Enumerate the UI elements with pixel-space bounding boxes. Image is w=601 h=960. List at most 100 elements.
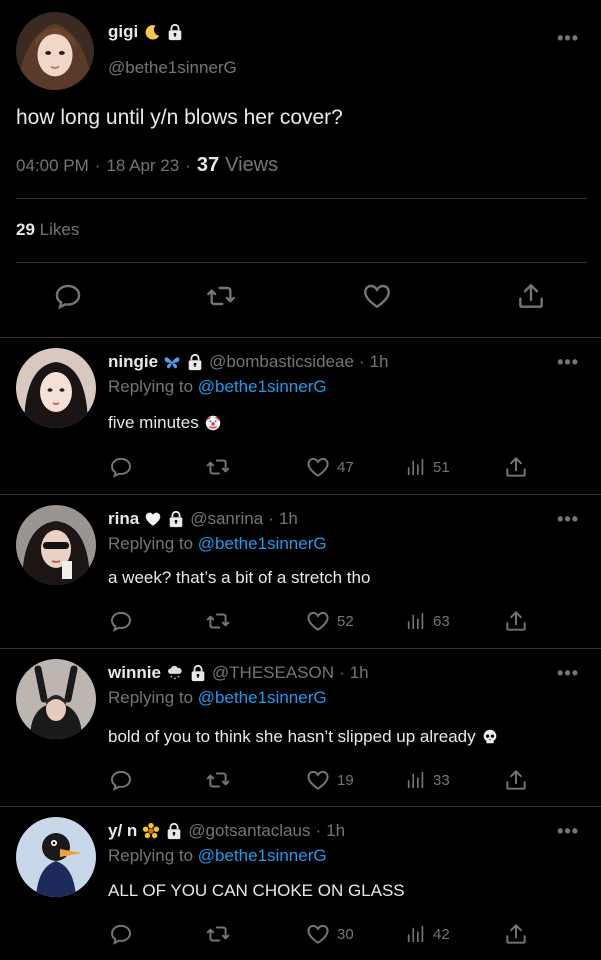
cloud-snow-icon	[166, 664, 184, 682]
more-options-button[interactable]: •••	[557, 28, 579, 49]
retweet-icon	[205, 767, 231, 793]
user-handle[interactable]: @bombasticsideae	[209, 352, 354, 372]
avatar[interactable]	[16, 12, 94, 90]
reply-text: a week? that’s a bit of a stretch tho	[108, 568, 371, 587]
reply-time[interactable]: 1h	[350, 663, 369, 683]
share-button[interactable]	[503, 766, 529, 794]
lock-icon	[189, 664, 207, 682]
bar-chart-icon	[405, 769, 427, 791]
like-button[interactable]: 30	[305, 920, 354, 948]
reply-button[interactable]	[108, 607, 134, 635]
replying-to: Replying to @bethe1sinnerG	[108, 688, 327, 707]
lock-icon	[165, 822, 183, 840]
more-options-button[interactable]: •••	[557, 663, 579, 684]
user-handle[interactable]: @THESEASON	[212, 663, 334, 683]
display-name[interactable]: y/ n	[108, 821, 137, 841]
like-button[interactable]: 19	[305, 766, 354, 794]
likes-count: 29	[16, 220, 35, 239]
views-button[interactable]: 63	[405, 607, 450, 635]
replying-to-link[interactable]: @bethe1sinnerG	[198, 377, 327, 396]
views-button[interactable]: 33	[405, 766, 450, 794]
tweet-time[interactable]: 04:00 PM	[16, 156, 89, 176]
replying-to-link[interactable]: @bethe1sinnerG	[198, 846, 327, 865]
flower-icon	[142, 822, 160, 840]
speech-bubble-icon	[52, 280, 84, 312]
lock-icon	[166, 23, 184, 41]
replying-to-link[interactable]: @bethe1sinnerG	[198, 534, 327, 553]
like-count: 47	[337, 458, 354, 476]
share-button[interactable]	[515, 280, 547, 312]
retweet-button[interactable]	[205, 766, 231, 794]
reply-button[interactable]	[108, 766, 134, 794]
share-icon	[515, 280, 547, 312]
display-name[interactable]: winnie	[108, 663, 161, 683]
retweet-button[interactable]	[205, 607, 231, 635]
retweet-button[interactable]	[205, 920, 231, 948]
speech-bubble-icon	[108, 608, 134, 634]
divider	[16, 262, 587, 263]
like-button[interactable]	[361, 280, 393, 312]
retweet-button[interactable]	[205, 453, 231, 481]
replying-to: Replying to @bethe1sinnerG	[108, 534, 327, 553]
tweet-actions	[0, 280, 601, 320]
more-options-button[interactable]: •••	[557, 509, 579, 530]
reply-actions: 52 63	[0, 607, 601, 635]
more-options-button[interactable]: •••	[557, 821, 579, 842]
reply-button[interactable]	[108, 920, 134, 948]
like-button[interactable]: 47	[305, 453, 354, 481]
views-count: 42	[433, 925, 450, 943]
reply-header: y/ n @gotsantaclaus · 1h	[108, 821, 346, 841]
share-icon	[503, 767, 529, 793]
likes-row[interactable]: 29 Likes	[16, 220, 79, 240]
display-name[interactable]: ningie	[108, 352, 158, 372]
share-button[interactable]	[503, 607, 529, 635]
reply-button[interactable]	[108, 453, 134, 481]
share-button[interactable]	[503, 920, 529, 948]
reply-actions: 47 51	[0, 453, 601, 481]
lock-icon	[167, 510, 185, 528]
views-button[interactable]: 42	[405, 920, 450, 948]
views-count: 63	[433, 612, 450, 630]
reply-header: rina @sanrina · 1h	[108, 509, 298, 529]
reply-actions: 30 42	[0, 920, 601, 948]
views-count: 51	[433, 458, 450, 476]
user-handle[interactable]: @gotsantaclaus	[188, 821, 310, 841]
avatar[interactable]	[16, 505, 96, 585]
avatar[interactable]	[16, 817, 96, 897]
views-button[interactable]: 51	[405, 453, 450, 481]
reply-text: five minutes	[108, 413, 222, 433]
like-count: 30	[337, 925, 354, 943]
share-button[interactable]	[503, 453, 529, 481]
reply-button[interactable]	[52, 280, 84, 312]
user-handle[interactable]: @bethe1sinnerG	[108, 58, 237, 78]
reply-tweet[interactable]: winnie @THESEASON · 1h ••• Replying to @…	[0, 649, 601, 806]
reply-tweet[interactable]: ningie @bombasticsideae · 1h ••• Replyin…	[0, 338, 601, 494]
bar-chart-icon	[405, 610, 427, 632]
display-name[interactable]: gigi	[108, 22, 184, 42]
clown-face-icon	[204, 414, 222, 432]
avatar[interactable]	[16, 659, 96, 739]
avatar[interactable]	[16, 348, 96, 428]
views-label: Views	[225, 154, 279, 176]
heart-icon	[305, 921, 331, 947]
reply-time[interactable]: 1h	[279, 509, 298, 529]
speech-bubble-icon	[108, 921, 134, 947]
divider	[16, 198, 587, 199]
views-count: 37	[196, 154, 220, 176]
main-tweet: gigi @bethe1sinnerG ••• how long until y…	[0, 0, 601, 338]
white-heart-icon	[144, 510, 162, 528]
replying-to-link[interactable]: @bethe1sinnerG	[198, 688, 327, 707]
user-handle[interactable]: @sanrina	[190, 509, 263, 529]
heart-icon	[305, 608, 331, 634]
retweet-button[interactable]	[205, 280, 237, 312]
replying-to: Replying to @bethe1sinnerG	[108, 846, 327, 865]
reply-tweet[interactable]: rina @sanrina · 1h ••• Replying to @beth…	[0, 495, 601, 648]
reply-tweet[interactable]: y/ n @gotsantaclaus · 1h ••• Replying to…	[0, 807, 601, 960]
display-name[interactable]: rina	[108, 509, 139, 529]
tweet-date[interactable]: 18 Apr 23	[106, 156, 179, 176]
more-options-button[interactable]: •••	[557, 352, 579, 373]
like-button[interactable]: 52	[305, 607, 354, 635]
reply-time[interactable]: 1h	[326, 821, 345, 841]
share-icon	[503, 454, 529, 480]
reply-time[interactable]: 1h	[370, 352, 389, 372]
